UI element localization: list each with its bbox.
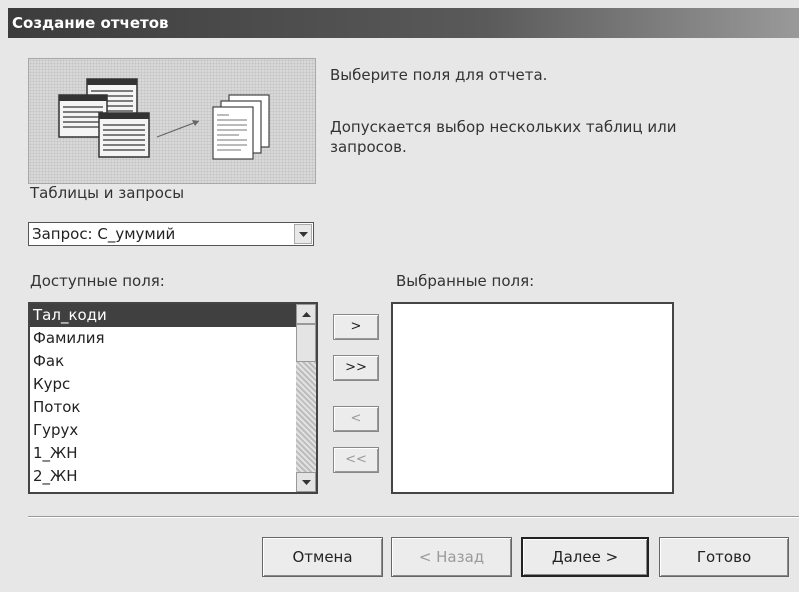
cancel-button[interactable]: Отмена <box>262 537 383 577</box>
list-item[interactable]: Тал_коди <box>30 304 316 327</box>
scroll-thumb[interactable] <box>296 324 316 362</box>
tables-queries-label: Таблицы и запросы <box>30 184 185 202</box>
back-button[interactable]: < Назад <box>391 537 512 577</box>
tables-to-report-icon <box>58 78 270 160</box>
report-pages-icon <box>212 94 270 160</box>
list-item[interactable]: 1_ЖН <box>30 442 316 465</box>
scroll-up-icon[interactable] <box>296 304 316 324</box>
remove-field-button[interactable]: < <box>333 406 379 432</box>
arrow-icon <box>156 120 200 138</box>
title-bar: Создание отчетов <box>8 8 799 38</box>
separator <box>28 516 799 518</box>
tables-queries-value: Запрос: С_умумий <box>32 225 176 243</box>
window-title: Создание отчетов <box>12 14 169 32</box>
dropdown-arrow-icon[interactable] <box>294 224 312 244</box>
scrollbar[interactable] <box>296 304 316 492</box>
add-all-fields-button[interactable]: >> <box>333 355 379 381</box>
scroll-down-icon[interactable] <box>296 472 316 492</box>
selected-fields-list[interactable] <box>391 302 674 494</box>
finish-button[interactable]: Готово <box>659 537 789 577</box>
intro-text-fields: Выберите поля для отчета. <box>330 66 548 84</box>
list-item[interactable]: Поток <box>30 396 316 419</box>
list-item[interactable]: Фамилия <box>30 327 316 350</box>
add-field-button[interactable]: > <box>333 314 379 340</box>
remove-all-fields-button[interactable]: << <box>333 447 379 473</box>
wizard-illustration <box>28 58 316 184</box>
available-fields-label: Доступные поля: <box>30 272 165 290</box>
available-fields-list[interactable]: Тал_коди Фамилия Фак Курс Поток Гурух 1_ЖН 2_ЖН <box>28 302 318 494</box>
list-item[interactable]: 2_ЖН <box>30 465 316 488</box>
tables-icon <box>58 78 150 158</box>
next-button[interactable]: Далее > <box>521 537 649 577</box>
list-item[interactable]: Курс <box>30 373 316 396</box>
list-item[interactable]: Фак <box>30 350 316 373</box>
intro-text-multiple: Допускается выбор нескольких таблиц или … <box>330 118 677 156</box>
list-item[interactable]: Гурух <box>30 419 316 442</box>
tables-queries-combo[interactable]: Запрос: С_умумий <box>28 222 314 246</box>
report-wizard-window: Создание отчетов Выберите поля для отчет… <box>0 0 799 592</box>
selected-fields-label: Выбранные поля: <box>396 272 535 290</box>
